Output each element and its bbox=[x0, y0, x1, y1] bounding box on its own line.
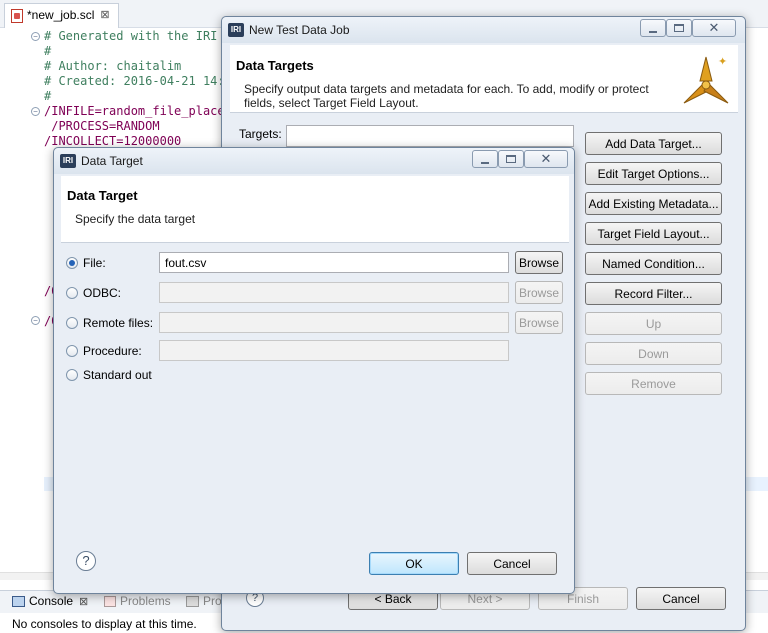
remote-files-label: Remote files: bbox=[83, 316, 154, 330]
iri-logo-icon: IRI bbox=[60, 154, 76, 168]
standard-out-label: Standard out bbox=[83, 368, 152, 382]
odbc-radio[interactable] bbox=[66, 287, 78, 299]
fold-icon[interactable]: − bbox=[31, 107, 40, 116]
dialog-header-description: Specify the data target bbox=[75, 212, 196, 226]
tab-problems-label: Problems bbox=[120, 594, 171, 608]
standard-out-radio[interactable] bbox=[66, 369, 78, 381]
dialog-cancel-button[interactable]: Cancel bbox=[467, 552, 557, 575]
maximize-icon bbox=[506, 155, 516, 163]
remove-button[interactable]: Remove bbox=[585, 372, 722, 395]
minimize-icon bbox=[481, 162, 489, 164]
page-description-line: Specify output data targets and metadata… bbox=[244, 82, 649, 96]
help-icon[interactable]: ? bbox=[76, 551, 96, 571]
iri-logo-icon: IRI bbox=[228, 23, 244, 37]
file-radio[interactable] bbox=[66, 257, 78, 269]
maximize-icon bbox=[674, 24, 684, 32]
up-button[interactable]: Up bbox=[585, 312, 722, 335]
odbc-input[interactable] bbox=[159, 282, 509, 303]
procedure-input[interactable] bbox=[159, 340, 509, 361]
named-condition-button[interactable]: Named Condition... bbox=[585, 252, 722, 275]
procedure-label: Procedure: bbox=[83, 344, 142, 358]
maximize-button[interactable] bbox=[498, 150, 524, 168]
code-line: # bbox=[44, 44, 52, 58]
minimize-icon bbox=[649, 31, 657, 33]
close-button[interactable]: ✕ bbox=[692, 19, 736, 37]
targets-label: Targets: bbox=[239, 127, 282, 141]
tab-progress-label: Pro bbox=[203, 594, 222, 608]
option-remote-files[interactable]: Remote files: bbox=[66, 316, 153, 330]
remote-browse-button[interactable]: Browse bbox=[515, 311, 563, 334]
window-titlebar: IRI New Test Data Job ✕ bbox=[222, 17, 745, 43]
option-procedure[interactable]: Procedure: bbox=[66, 344, 142, 358]
dialog-header-title: Data Target bbox=[67, 188, 138, 203]
progress-icon bbox=[186, 595, 199, 607]
edit-target-options-button[interactable]: Edit Target Options... bbox=[585, 162, 722, 185]
fold-icon[interactable]: − bbox=[31, 32, 40, 41]
option-standard-out[interactable]: Standard out bbox=[66, 368, 152, 382]
code-line: /INFILE=random_file_placeh bbox=[44, 104, 232, 118]
odbc-label: ODBC: bbox=[83, 286, 122, 300]
down-button[interactable]: Down bbox=[585, 342, 722, 365]
code-line: # Author: chaitalim bbox=[44, 59, 182, 73]
dialog-title: Data Target bbox=[81, 154, 143, 168]
record-filter-button[interactable]: Record Filter... bbox=[585, 282, 722, 305]
tab-problems[interactable]: Problems bbox=[104, 594, 171, 608]
fold-icon[interactable]: − bbox=[31, 316, 40, 325]
minimize-button[interactable] bbox=[472, 150, 498, 168]
maximize-button[interactable] bbox=[666, 19, 692, 37]
console-icon bbox=[12, 595, 25, 607]
close-button[interactable]: ✕ bbox=[524, 150, 568, 168]
dialog-titlebar: IRI Data Target ✕ bbox=[54, 148, 574, 174]
add-existing-metadata-button[interactable]: Add Existing Metadata... bbox=[585, 192, 722, 215]
svg-text:✦: ✦ bbox=[718, 55, 727, 68]
page-description-line: fields, select Target Field Layout. bbox=[244, 96, 419, 110]
option-file[interactable]: File: bbox=[66, 256, 106, 270]
code-line: # Generated with the IRI W bbox=[44, 29, 232, 43]
odbc-browse-button[interactable]: Browse bbox=[515, 281, 563, 304]
close-icon: ✕ bbox=[540, 151, 552, 166]
close-icon[interactable]: ⊠ bbox=[79, 595, 88, 608]
remote-files-radio[interactable] bbox=[66, 317, 78, 329]
code-line: # Created: 2016-04-21 14:2 bbox=[44, 74, 232, 88]
editor-tab[interactable]: *new_job.scl ⊠ bbox=[4, 3, 119, 28]
tab-progress[interactable]: Pro bbox=[186, 594, 222, 608]
window-title: New Test Data Job bbox=[249, 23, 350, 37]
code-line: /PROCESS=RANDOM bbox=[44, 119, 160, 133]
tab-console[interactable]: Console ⊠ bbox=[12, 594, 88, 608]
file-path-input[interactable]: fout.csv bbox=[159, 252, 509, 273]
close-icon: ✕ bbox=[708, 20, 720, 35]
remote-files-input[interactable] bbox=[159, 312, 509, 333]
tab-console-label: Console bbox=[29, 594, 74, 608]
file-browse-button[interactable]: Browse bbox=[515, 251, 563, 274]
editor-tab-label: *new_job.scl bbox=[27, 8, 95, 22]
procedure-radio[interactable] bbox=[66, 345, 78, 357]
targets-list[interactable] bbox=[286, 125, 574, 147]
minimize-button[interactable] bbox=[640, 19, 666, 37]
console-message: No consoles to display at this time. bbox=[12, 617, 197, 631]
ok-button[interactable]: OK bbox=[369, 552, 459, 575]
close-icon[interactable]: ⊠ bbox=[100, 8, 109, 21]
cancel-button[interactable]: Cancel bbox=[636, 587, 726, 610]
option-odbc[interactable]: ODBC: bbox=[66, 286, 121, 300]
wizard-header: Data Targets Specify output data targets… bbox=[230, 45, 738, 113]
add-data-target-button[interactable]: Add Data Target... bbox=[585, 132, 722, 155]
page-title: Data Targets bbox=[236, 58, 314, 73]
problems-icon bbox=[104, 595, 116, 607]
scl-file-icon bbox=[11, 9, 23, 23]
target-field-layout-button[interactable]: Target Field Layout... bbox=[585, 222, 722, 245]
wizard-banner-icon: ✦ bbox=[683, 55, 729, 104]
code-line: # bbox=[44, 89, 52, 103]
file-label: File: bbox=[83, 256, 106, 270]
dialog-header: Data Target Specify the data target bbox=[61, 176, 569, 243]
